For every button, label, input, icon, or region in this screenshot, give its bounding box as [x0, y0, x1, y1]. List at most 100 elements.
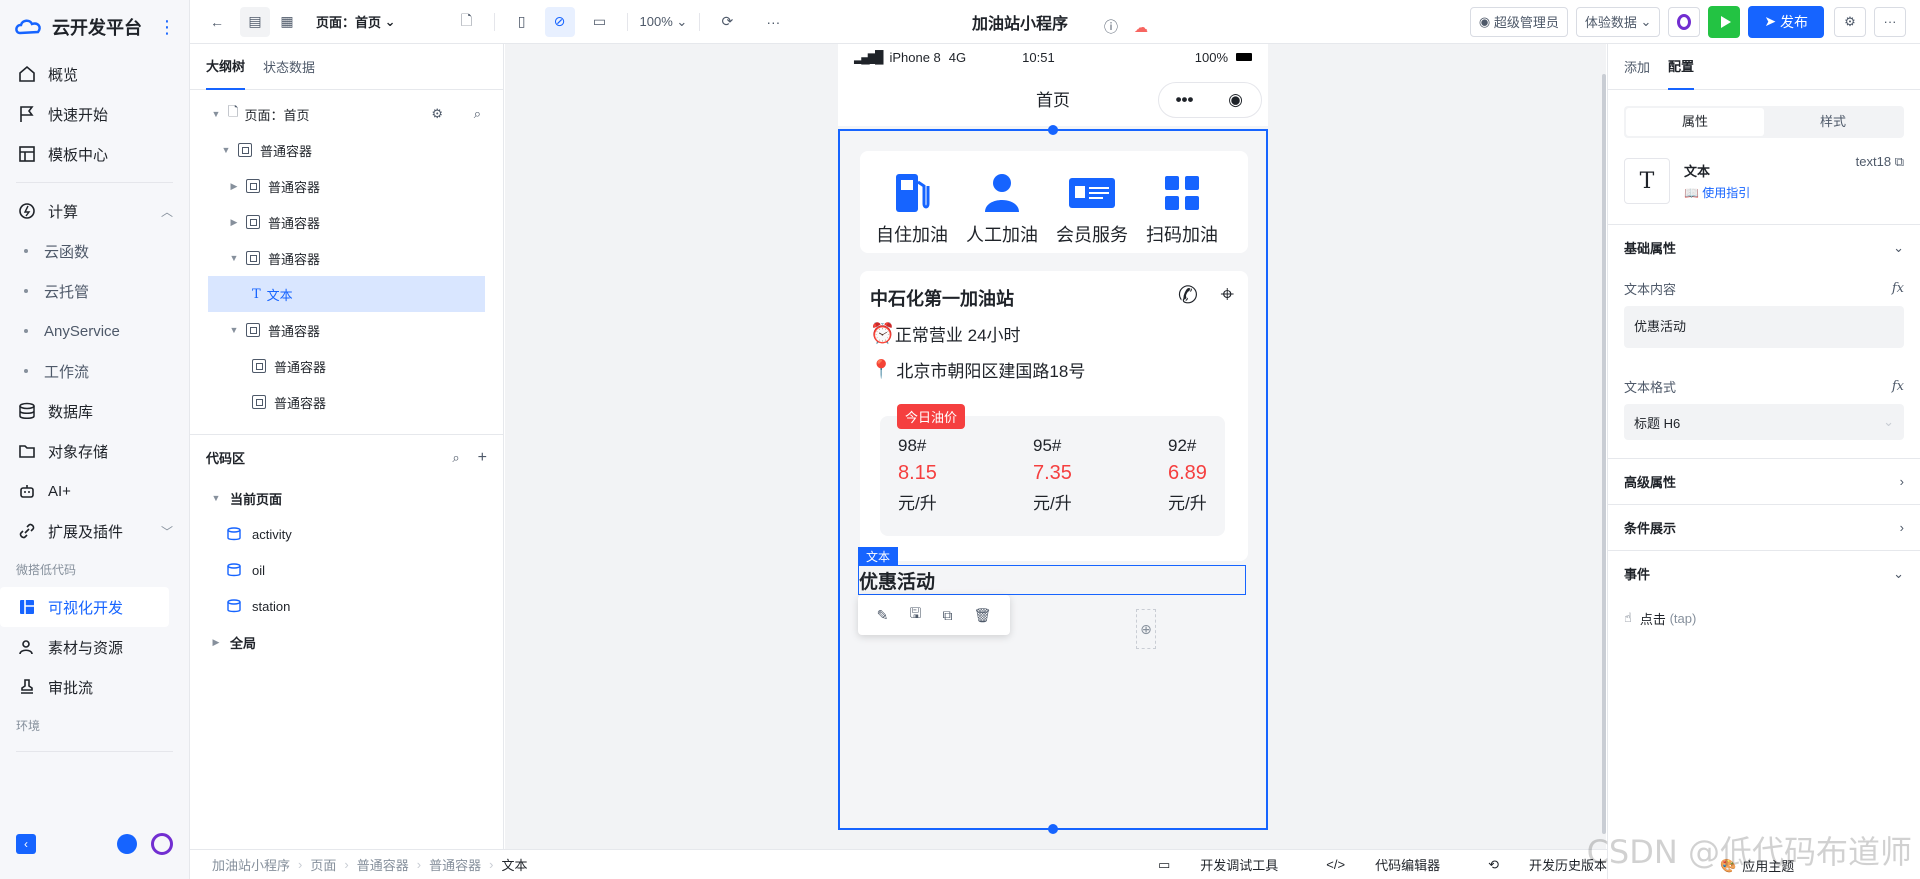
caret-right-icon[interactable]: ▶: [228, 181, 240, 192]
event-click[interactable]: ☝ 点击 (tap): [1608, 596, 1920, 640]
code-editor-button[interactable]: </> 代码编辑器: [1302, 855, 1440, 874]
breadcrumb-item[interactable]: 加油站小程序: [212, 855, 290, 874]
code-item-station[interactable]: station: [190, 588, 503, 624]
nav-item-assets[interactable]: 素材与资源: [0, 627, 189, 667]
caret-right-icon[interactable]: ▶: [228, 217, 240, 228]
nav-item-approval[interactable]: 审批流: [0, 667, 189, 707]
tree-global[interactable]: ▶ 全局: [190, 624, 503, 660]
search-icon[interactable]: ⌕: [452, 450, 459, 466]
tree-node-container[interactable]: ▶ 普通容器: [190, 168, 503, 204]
ai-assistant-icon[interactable]: [1668, 6, 1701, 37]
nav-item-database[interactable]: 数据库: [0, 391, 189, 431]
nav-item-visual-dev[interactable]: 可视化开发: [0, 587, 169, 627]
code-item-activity[interactable]: activity: [190, 516, 503, 552]
desktop-device-icon[interactable]: ▭: [585, 7, 615, 37]
edit-pencil-icon[interactable]: ✎: [877, 607, 889, 624]
nav-item-templates[interactable]: 模板中心: [0, 134, 189, 174]
breadcrumb-item[interactable]: 文本: [501, 855, 527, 874]
canvas-scrollbar[interactable]: [1602, 74, 1606, 834]
page-selector[interactable]: 页面：首页 ⌄: [316, 7, 396, 37]
usage-guide-link[interactable]: 📖 使用指引: [1684, 184, 1750, 201]
tree-node-container[interactable]: ▶ 普通容器: [190, 204, 503, 240]
caret-right-icon[interactable]: ▶: [210, 637, 222, 648]
back-arrow-icon[interactable]: ←: [202, 7, 232, 37]
refresh-icon[interactable]: ⟳: [712, 7, 742, 37]
service-self-fuel[interactable]: 自住加油: [872, 171, 952, 247]
fx-binding-icon[interactable]: fx: [1892, 281, 1904, 296]
nav-sub-cloudfunction[interactable]: 云函数: [0, 231, 189, 271]
segment-attributes[interactable]: 属性: [1626, 108, 1764, 136]
tab-outline-tree[interactable]: 大纲树: [206, 44, 246, 90]
chevron-down-icon[interactable]: ﹀: [161, 523, 173, 540]
tree-node-container[interactable]: ▼ 普通容器: [190, 312, 503, 348]
nav-item-compute[interactable]: 计算 ︿: [0, 191, 189, 231]
more-options-icon[interactable]: ···: [1874, 6, 1906, 37]
history-button[interactable]: ⟲ 开发历史版本: [1464, 855, 1607, 874]
code-item-oil[interactable]: oil: [190, 552, 503, 588]
nav-sub-anyservice[interactable]: AnyService: [0, 311, 189, 351]
nav-item-extensions[interactable]: 扩展及插件 ﹀: [0, 511, 189, 551]
text-format-select[interactable]: 标题 H6 ⌄: [1624, 404, 1904, 440]
nav-item-overview[interactable]: 概览: [0, 54, 189, 94]
add-icon[interactable]: +: [478, 449, 487, 467]
more-menu-icon[interactable]: ⋮: [158, 17, 176, 38]
run-preview-button[interactable]: [1708, 5, 1741, 38]
tab-config[interactable]: 配置: [1668, 44, 1695, 90]
tree-node-page[interactable]: ▼ 🗋 页面：首页 ⚙ ⌕: [190, 96, 503, 132]
settings-gear-icon[interactable]: ⚙: [1834, 6, 1866, 37]
breadcrumb-item[interactable]: 普通容器: [429, 855, 481, 874]
nav-sub-cloudrun[interactable]: 云托管: [0, 271, 189, 311]
tab-add[interactable]: 添加: [1624, 44, 1650, 90]
publish-button[interactable]: ➤ 发布: [1748, 5, 1824, 38]
caret-down-icon[interactable]: ▼: [228, 253, 240, 263]
nav-item-ai[interactable]: AI+: [0, 471, 189, 511]
selected-text-component[interactable]: 优惠活动: [858, 565, 1246, 595]
settings-icon[interactable]: ⚙: [431, 106, 443, 122]
info-icon[interactable]: ⓘ: [1096, 12, 1126, 42]
nav-sub-workflow[interactable]: 工作流: [0, 351, 189, 391]
caret-down-icon[interactable]: ▼: [210, 109, 222, 119]
tree-current-page[interactable]: ▼ 当前页面: [190, 480, 503, 516]
data-mode-select[interactable]: 体验数据 ⌄: [1575, 6, 1661, 37]
caret-down-icon[interactable]: ▼: [228, 325, 240, 335]
copy-icon[interactable]: ⧉: [1895, 154, 1904, 169]
segment-styles[interactable]: 样式: [1764, 108, 1902, 136]
section-condition[interactable]: 条件展示 ›: [1608, 504, 1920, 550]
cloud-status-icon[interactable]: ☁: [1126, 12, 1156, 42]
tree-node-container[interactable]: ▼ 普通容器: [190, 132, 503, 168]
miniprogram-icon[interactable]: ⊘: [544, 6, 575, 37]
nav-item-quickstart[interactable]: 快速开始: [0, 94, 189, 134]
tree-node-container[interactable]: ▼ 普通容器: [190, 240, 503, 276]
resize-handle-bottom[interactable]: [1048, 824, 1058, 834]
capsule-close-icon[interactable]: ◉: [1210, 90, 1261, 110]
tree-node-text-selected[interactable]: T 文本: [208, 276, 485, 312]
user-role-button[interactable]: ◉ 超级管理员: [1469, 6, 1568, 37]
mobile-device-icon[interactable]: ▯: [507, 7, 537, 37]
zoom-selector[interactable]: 100% ⌄: [640, 7, 688, 37]
breadcrumb-item[interactable]: 普通容器: [357, 855, 409, 874]
debug-tools-button[interactable]: ▭ 开发调试工具: [1134, 855, 1278, 874]
search-icon[interactable]: ⌕: [474, 106, 481, 122]
add-component-icon[interactable]: ⊕: [1136, 609, 1156, 649]
tree-node-container[interactable]: 普通容器: [190, 348, 503, 384]
miniprogram-capsule[interactable]: ••• ◉: [1158, 82, 1262, 118]
add-page-icon[interactable]: 🗋: [452, 7, 482, 37]
service-scan-fuel[interactable]: 扫码加油: [1142, 171, 1222, 247]
service-manual-fuel[interactable]: 人工加油: [962, 171, 1042, 247]
collapse-sidebar-icon[interactable]: ‹: [16, 834, 36, 854]
save-icon[interactable]: 🖫: [909, 603, 921, 627]
more-icon[interactable]: ···: [758, 7, 788, 37]
phone-call-icon[interactable]: ✆: [1178, 281, 1198, 310]
tab-state-data[interactable]: 状态数据: [263, 44, 315, 90]
account-icon[interactable]: [117, 834, 137, 854]
section-advanced[interactable]: 高级属性 ›: [1608, 458, 1920, 504]
capsule-more-icon[interactable]: •••: [1159, 90, 1210, 110]
tree-node-container[interactable]: 普通容器: [190, 384, 503, 420]
breadcrumb-item[interactable]: 页面: [310, 855, 336, 874]
page-view-icon[interactable]: ▤: [240, 6, 270, 37]
section-events[interactable]: 事件 ⌄: [1608, 550, 1920, 596]
assistant-icon[interactable]: [151, 833, 173, 855]
section-basic[interactable]: 基础属性 ⌄: [1608, 224, 1920, 270]
nav-item-storage[interactable]: 对象存储: [0, 431, 189, 471]
service-membership[interactable]: 会员服务: [1052, 171, 1132, 247]
